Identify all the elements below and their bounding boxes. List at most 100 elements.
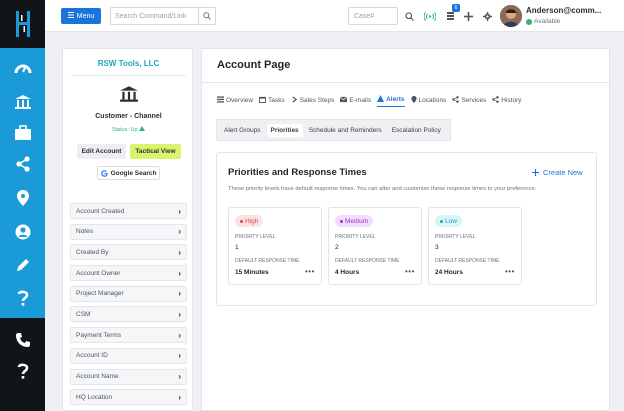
- google-search-button[interactable]: Google Search: [97, 166, 160, 180]
- case-number-input[interactable]: Case#: [348, 7, 398, 25]
- create-new-button[interactable]: Create New: [532, 168, 583, 177]
- chevron-right-icon: ›: [178, 330, 181, 340]
- chevron-right-icon: ›: [178, 247, 181, 257]
- chevron-right-icon: ›: [178, 268, 181, 278]
- more-options-icon[interactable]: •••: [505, 267, 515, 276]
- add-icon[interactable]: [461, 8, 475, 24]
- app-logo[interactable]: [0, 0, 45, 48]
- tab-history[interactable]: History: [492, 93, 522, 107]
- account-field-row[interactable]: CSM ›: [70, 306, 187, 323]
- google-icon: [100, 169, 108, 177]
- bank-icon: [119, 85, 139, 103]
- tab-locations[interactable]: Locations: [410, 93, 447, 107]
- subtab-alert-groups[interactable]: Alert Groups: [220, 124, 265, 137]
- tab-alerts[interactable]: Alerts: [377, 93, 405, 107]
- pin-icon: [410, 95, 417, 105]
- location-pin-icon[interactable]: [0, 182, 45, 214]
- tactical-view-button[interactable]: Tactical View: [130, 144, 181, 159]
- gear-icon[interactable]: [480, 8, 494, 24]
- edit-account-button[interactable]: Edit Account: [77, 144, 126, 159]
- tab-label: Overview: [226, 96, 254, 104]
- user-status: Available: [526, 18, 560, 25]
- menu-button[interactable]: Menu: [61, 8, 101, 24]
- account-field-row[interactable]: Notes ›: [70, 223, 187, 240]
- tab-label: History: [501, 96, 522, 104]
- account-field-row[interactable]: Account Owner ›: [70, 265, 187, 282]
- tab-label: Locations: [418, 96, 447, 104]
- chevron-right-icon: ›: [178, 206, 181, 216]
- chevron-right-icon: ›: [178, 372, 181, 381]
- help-icon[interactable]: [0, 282, 45, 314]
- page-title: Account Page: [217, 59, 291, 71]
- priority-level-value: 2: [335, 244, 339, 251]
- response-time-value: 4 Hours: [335, 269, 360, 276]
- tab-services[interactable]: Services: [452, 93, 486, 107]
- rail-bottom-section: [0, 318, 45, 411]
- more-options-icon[interactable]: •••: [405, 267, 415, 276]
- account-field-row[interactable]: Payment Terms ›: [70, 327, 187, 344]
- chevron-right-icon: ›: [178, 351, 181, 361]
- account-field-row[interactable]: Created By ›: [70, 244, 187, 261]
- pencil-icon[interactable]: [0, 249, 45, 281]
- question-icon[interactable]: [0, 355, 45, 387]
- account-type: Customer - Channel: [95, 113, 162, 120]
- status-up-icon: [139, 126, 146, 131]
- chevron-right-icon: ›: [178, 392, 181, 402]
- tab-sales-steps[interactable]: Sales Steps: [291, 93, 334, 107]
- priority-badge: Medium: [335, 215, 374, 227]
- priorities-description: These priority levels have default respo…: [228, 186, 537, 192]
- response-time-label: DEFAULT RESPONSE TIME: [435, 258, 500, 264]
- priority-name: Low: [445, 217, 457, 225]
- search-button[interactable]: [198, 8, 215, 24]
- account-field-row[interactable]: Account ID ›: [70, 347, 187, 364]
- tab-label: Alerts: [386, 96, 405, 103]
- case-search-icon[interactable]: [402, 8, 416, 24]
- chevron-right-icon: ›: [178, 309, 181, 319]
- priority-level-label: PRIORITY LEVEL: [235, 234, 276, 240]
- chevron-right-icon: ›: [178, 227, 181, 237]
- account-field-row[interactable]: Project Manager ›: [70, 285, 187, 302]
- tab-overview[interactable]: Overview: [217, 93, 253, 107]
- priority-badge: Low: [435, 215, 462, 227]
- left-rail: [0, 0, 45, 411]
- account-field-label: HQ Location: [76, 393, 113, 401]
- account-field-list: Account Created › Notes › Created By › Account…: [70, 203, 187, 410]
- account-field-row[interactable]: HQ Location ›: [70, 389, 187, 406]
- phone-icon[interactable]: [0, 324, 45, 356]
- user-name[interactable]: Anderson@comm...: [526, 6, 601, 15]
- tab-tasks[interactable]: Tasks: [259, 93, 285, 107]
- account-tabs: Overview Tasks Sales Steps E-mails Alerts Loc…: [217, 93, 528, 107]
- case-placeholder: Case#: [354, 12, 375, 20]
- notifications-button[interactable]: 6: [443, 4, 460, 24]
- broadcast-icon[interactable]: [423, 8, 437, 24]
- subtab-schedule-and-reminders[interactable]: Schedule and Reminders: [305, 124, 386, 137]
- dashboard-icon[interactable]: [0, 52, 45, 84]
- account-status-label: Status: Up: [111, 127, 138, 133]
- account-field-row[interactable]: Account Name ›: [70, 368, 187, 385]
- more-options-icon[interactable]: •••: [305, 267, 315, 276]
- command-search-input[interactable]: Search Command/Link: [110, 7, 216, 25]
- plus-icon: [532, 169, 539, 176]
- search-icon: [203, 12, 211, 20]
- response-time-value: 15 Minutes: [235, 269, 269, 276]
- account-field-label: Payment Terms: [76, 331, 122, 339]
- account-panel: RSW Tools, LLC Customer - Channel Status…: [62, 48, 193, 411]
- priority-dot-icon: [440, 219, 443, 223]
- bank-nav-icon[interactable]: [0, 86, 45, 118]
- share-nav-icon[interactable]: [0, 148, 45, 180]
- google-search-label: Google Search: [110, 169, 157, 177]
- account-field-label: Account ID: [76, 352, 108, 360]
- chevron-right-icon: ›: [178, 289, 181, 299]
- priority-badge: High: [235, 215, 264, 227]
- subtab-escalation-policy[interactable]: Escalation Policy: [388, 124, 445, 137]
- priority-dot-icon: [240, 219, 243, 223]
- avatar[interactable]: [500, 5, 522, 27]
- notification-badge: 6: [452, 4, 460, 12]
- account-field-row[interactable]: Account Created ›: [70, 203, 187, 219]
- available-status-icon: [526, 18, 532, 25]
- briefcase-icon[interactable]: [0, 117, 45, 149]
- user-circle-icon[interactable]: [0, 216, 45, 248]
- subtab-priorities[interactable]: Priorities: [266, 123, 303, 137]
- tab-e-mails[interactable]: E-mails: [340, 93, 371, 107]
- account-name[interactable]: RSW Tools, LLC: [63, 59, 194, 68]
